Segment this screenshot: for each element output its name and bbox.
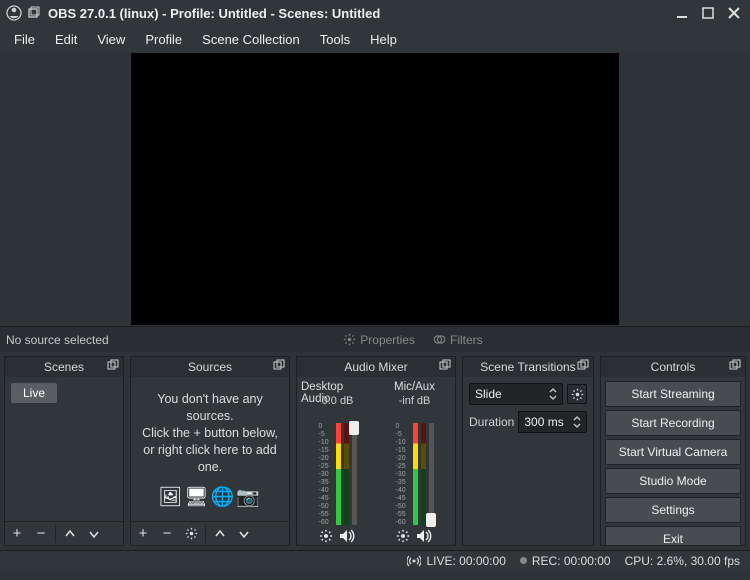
volume-slider[interactable] [429,423,434,525]
panel-scenes-title: Scenes [44,360,84,374]
app-icon [6,5,22,21]
speaker-icon[interactable] [416,529,433,543]
meter-bar [421,423,426,525]
panel-controls: Controls Start Streaming Start Recording… [600,356,746,546]
menu-tools[interactable]: Tools [310,28,360,51]
camera-icon: 📷 [236,487,262,508]
panel-audio-mixer: Audio Mixer Desktop Audio 0.0 dB 0-5-10-… [296,356,456,546]
preview-area [0,52,750,326]
speaker-icon[interactable] [339,529,356,543]
empty-sources-line: or right click here to add one. [135,442,285,476]
preview-canvas[interactable] [131,53,619,325]
meter-bar [344,423,349,525]
start-virtual-camera-button[interactable]: Start Virtual Camera [605,439,741,465]
settings-button[interactable]: Settings [605,497,741,523]
source-down-button[interactable] [232,522,256,546]
panel-transitions-title: Scene Transitions [480,360,575,374]
popout-icon[interactable] [729,359,741,371]
titlebar: OBS 27.0.1 (linux) - Profile: Untitled -… [0,0,750,26]
sources-list[interactable]: You don't have any sources. Click the + … [131,377,289,521]
popout-icon[interactable] [439,359,451,371]
menu-help[interactable]: Help [360,28,407,51]
source-toolbar: No source selected Properties Filters [0,326,750,352]
chevron-updown-icon [549,388,557,400]
dock-panels: Scenes Live + − Sources You don't have a… [0,352,750,550]
status-rec: REC: 00:00:00 [520,554,611,568]
transition-select[interactable]: Slide [469,383,563,405]
popout-icon[interactable] [107,359,119,371]
source-type-icons: 🖼🖥🌐📷 [131,479,289,509]
start-recording-button[interactable]: Start Recording [605,410,741,436]
gear-icon [343,333,356,346]
channel-db: 0.0 dB [322,395,354,409]
db-scale: 0-5-10-15-20-25-30-35-40-45-50-55-60 [396,423,410,525]
window-restore-icon [26,6,40,20]
maximize-button[interactable] [698,3,718,23]
panel-controls-title: Controls [651,360,696,374]
meter-bar [336,423,341,525]
channel-gear-icon[interactable] [396,529,410,543]
panel-scenes: Scenes Live + − [4,356,124,546]
db-scale: 0-5-10-15-20-25-30-35-40-45-50-55-60 [319,423,333,525]
panel-transitions: Scene Transitions Slide Duration 300 ms [462,356,594,546]
channel-name: Mic/Aux [394,381,435,395]
rec-dot-icon [520,557,527,564]
window-title: OBS 27.0.1 (linux) - Profile: Untitled -… [48,6,672,21]
display-icon: 🖥 [184,487,210,508]
studio-mode-button[interactable]: Studio Mode [605,468,741,494]
panel-sources: Sources You don't have any sources. Clic… [130,356,290,546]
channel-name: Desktop Audio [301,381,374,395]
source-up-button[interactable] [208,522,232,546]
menu-profile[interactable]: Profile [135,28,192,51]
channel-db: -inf dB [399,395,431,409]
source-settings-button[interactable] [179,522,203,546]
menu-edit[interactable]: Edit [45,28,87,51]
menubar: File Edit View Profile Scene Collection … [0,26,750,52]
filter-icon [433,333,446,346]
menu-view[interactable]: View [87,28,135,51]
add-source-button[interactable]: + [131,522,155,546]
chevron-updown-icon [573,416,581,428]
audio-channel: Desktop Audio 0.0 dB 0-5-10-15-20-25-30-… [301,381,374,545]
remove-scene-button[interactable]: − [29,522,53,546]
start-streaming-button[interactable]: Start Streaming [605,381,741,407]
panel-mixer-title: Audio Mixer [344,360,407,374]
channel-gear-icon[interactable] [319,529,333,543]
properties-button[interactable]: Properties [339,331,419,349]
scene-down-button[interactable] [82,522,106,546]
popout-icon[interactable] [273,359,285,371]
broadcast-icon [407,555,421,567]
menu-scene-collection[interactable]: Scene Collection [192,28,310,51]
panel-sources-title: Sources [188,360,232,374]
scene-up-button[interactable] [58,522,82,546]
status-live: LIVE: 00:00:00 [407,554,505,568]
statusbar: LIVE: 00:00:00 REC: 00:00:00 CPU: 2.6%, … [0,550,750,570]
exit-button[interactable]: Exit [605,526,741,545]
globe-icon: 🌐 [210,487,236,508]
remove-source-button[interactable]: − [155,522,179,546]
add-scene-button[interactable]: + [5,522,29,546]
filters-button[interactable]: Filters [429,331,487,349]
duration-label: Duration [469,415,514,429]
menu-file[interactable]: File [4,28,45,51]
scene-item[interactable]: Live [11,383,57,403]
audio-channel: Mic/Aux -inf dB 0-5-10-15-20-25-30-35-40… [378,381,451,545]
empty-sources-line: Click the + button below, [135,425,285,442]
volume-slider[interactable] [352,423,357,525]
popout-icon[interactable] [577,359,589,371]
minimize-button[interactable] [672,3,692,23]
empty-sources-line: You don't have any sources. [135,391,285,425]
close-button[interactable] [724,3,744,23]
image-icon: 🖼 [158,487,184,508]
meter-bar [413,423,418,525]
duration-spinbox[interactable]: 300 ms [518,411,587,433]
no-source-label: No source selected [6,333,109,347]
status-cpu: CPU: 2.6%, 30.00 fps [625,554,740,568]
transition-settings-button[interactable] [567,384,587,404]
